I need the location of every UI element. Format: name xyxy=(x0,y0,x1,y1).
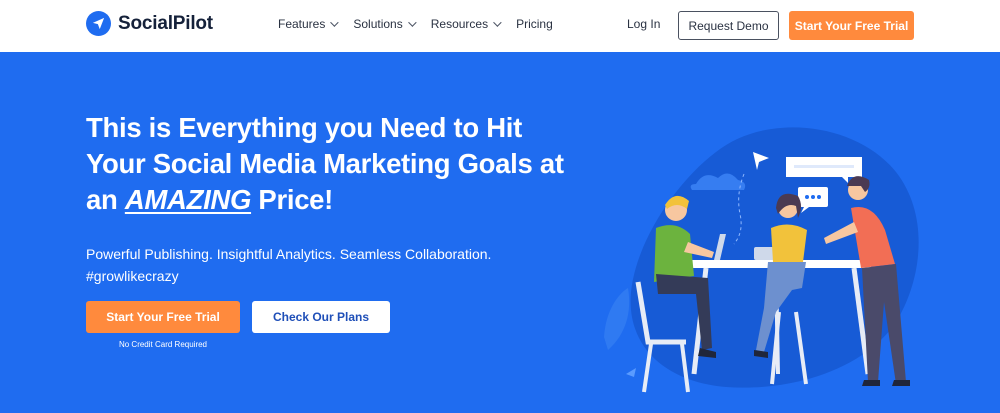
headline-emphasis: AMAZING xyxy=(124,184,252,215)
menu-item-features[interactable]: Features xyxy=(278,17,340,31)
menu-item-pricing[interactable]: Pricing xyxy=(516,17,553,31)
menu-item-label: Solutions xyxy=(353,17,403,31)
hero-section: This is Everything you Need to Hit Your … xyxy=(0,52,1000,413)
menu-item-resources[interactable]: Resources xyxy=(430,17,502,31)
headline-text-end: Price! xyxy=(251,184,334,215)
chevron-down-icon xyxy=(330,18,340,27)
main-menu: Features Solutions Resources Pricing xyxy=(278,17,570,31)
subline-hashtag: #growlikecrazy xyxy=(86,268,179,284)
top-nav: SocialPilot Features Solutions Resources… xyxy=(0,0,1000,52)
subline-features: Powerful Publishing. Insightful Analytic… xyxy=(86,246,492,262)
login-link[interactable]: Log In xyxy=(627,17,660,31)
menu-item-label: Resources xyxy=(430,17,489,31)
menu-item-label: Pricing xyxy=(516,17,553,31)
start-free-trial-button[interactable]: Start Your Free Trial xyxy=(86,301,240,333)
chevron-down-icon xyxy=(407,18,417,27)
brand-name: SocialPilot xyxy=(118,12,213,34)
paper-plane-icon xyxy=(86,11,111,36)
start-free-trial-nav-button[interactable]: Start Your Free Trial xyxy=(789,11,914,40)
no-credit-card-note: No Credit Card Required xyxy=(118,340,208,349)
request-demo-button[interactable]: Request Demo xyxy=(678,11,779,40)
team-illustration xyxy=(604,127,919,393)
hero-headline: This is Everything you Need to Hit Your … xyxy=(86,110,566,218)
menu-item-label: Features xyxy=(278,17,326,31)
brand-logo[interactable]: SocialPilot xyxy=(86,11,213,36)
check-plans-button[interactable]: Check Our Plans xyxy=(252,301,390,333)
hero-subheadline: Powerful Publishing. Insightful Analytic… xyxy=(86,243,546,287)
menu-item-solutions[interactable]: Solutions xyxy=(353,17,417,31)
chevron-down-icon xyxy=(493,18,502,27)
